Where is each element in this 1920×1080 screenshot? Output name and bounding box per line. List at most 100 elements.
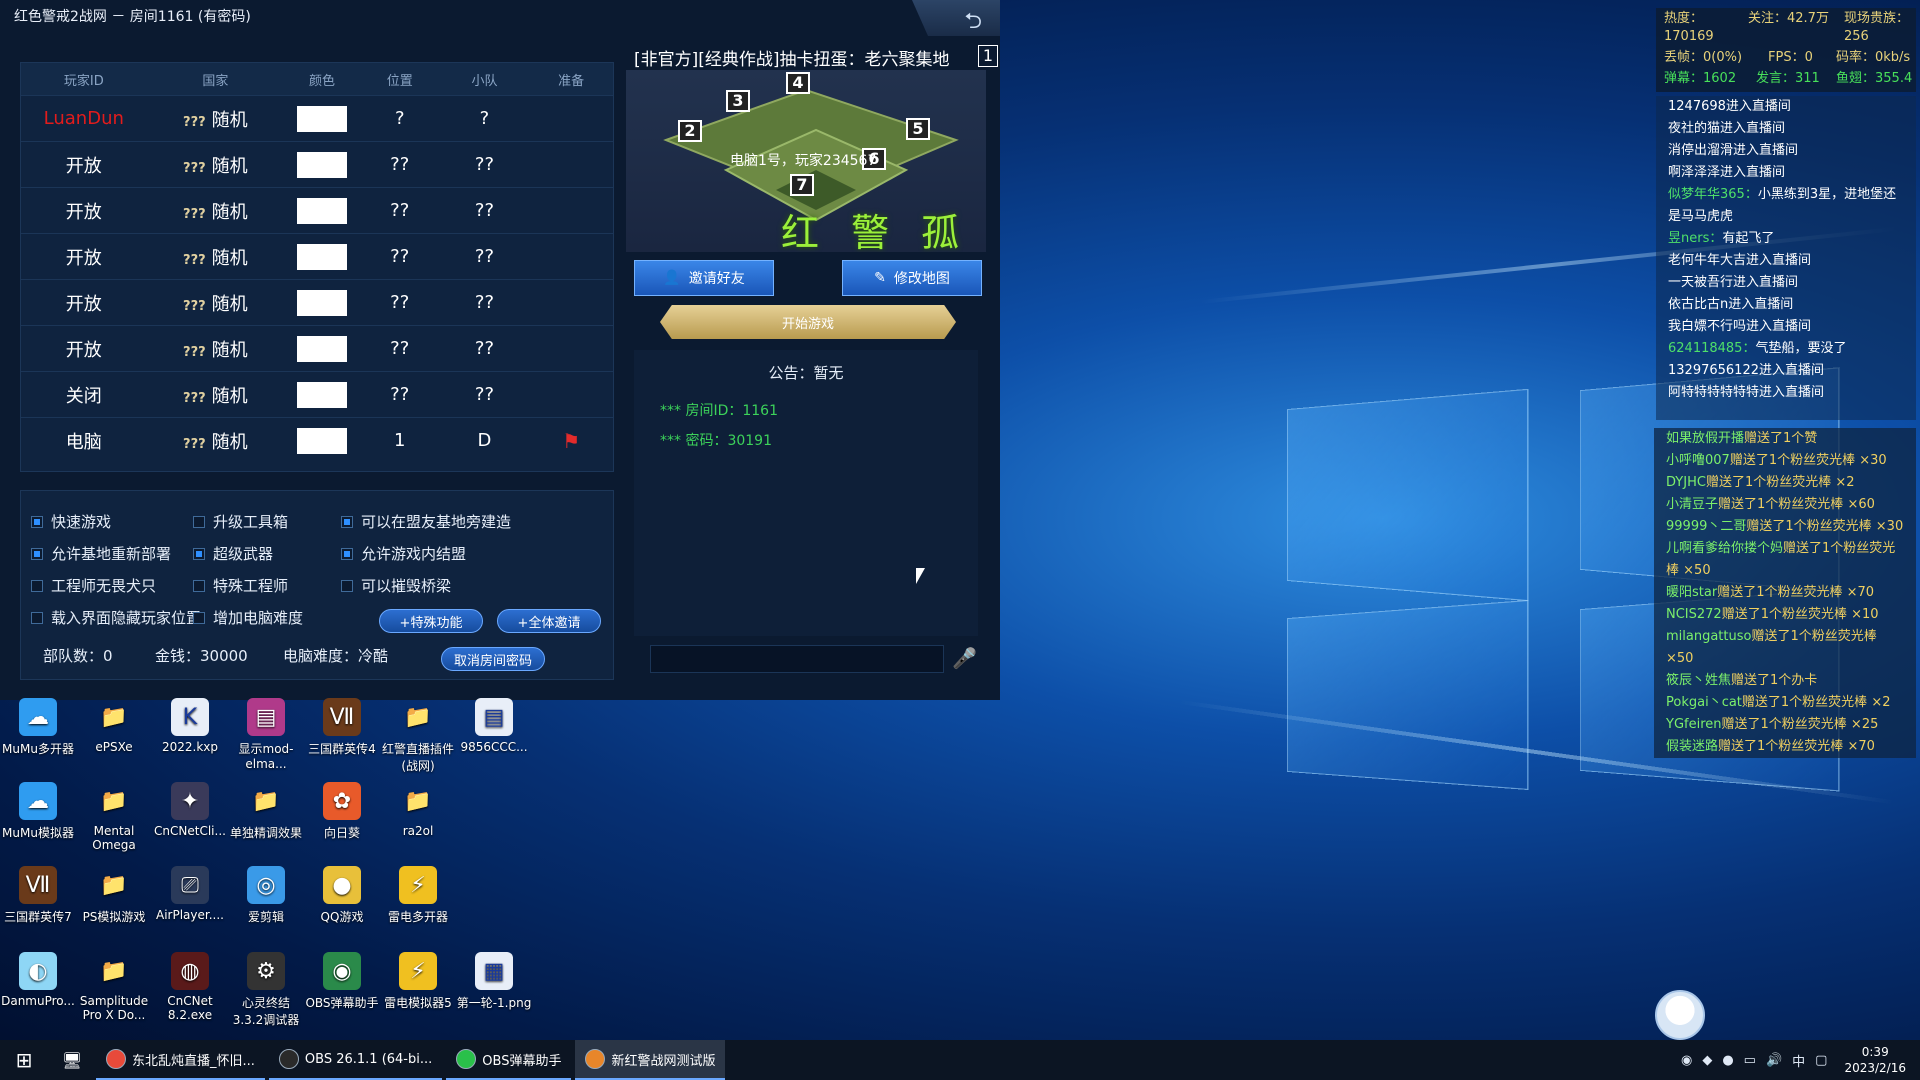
desktop-shortcut[interactable]: Ⅶ 三国群英传7 [0,866,76,925]
opt-super-weapons[interactable]: 超级武器 [193,543,273,564]
desktop-shortcut[interactable]: ◎ 爱剪辑 [228,866,304,925]
team-value[interactable]: ?? [440,338,530,359]
checkbox[interactable] [341,579,353,592]
opt-in-game-alliance[interactable]: 允许游戏内结盟 [341,543,466,564]
desktop-shortcut[interactable]: ⚡ 雷电多开器 [380,866,456,925]
desktop-shortcut[interactable]: K 2022.kxp [152,698,228,754]
player-row[interactable]: LuanDun??? 随机?? [21,95,613,141]
desktop-shortcut[interactable]: ◉ OBS弹幕助手 [304,952,380,1011]
desktop-shortcut[interactable]: ☁ MuMu多开器 [0,698,76,757]
assistant-avatar[interactable] [1655,990,1705,1040]
player-id[interactable]: 开放 [21,290,147,316]
player-row[interactable]: 开放??? 随机???? [21,279,613,325]
tray-app-icon[interactable]: ◉ [1681,1053,1692,1068]
desktop-shortcut[interactable]: ▤ 显示mod-elma... [228,698,304,771]
checkbox[interactable] [31,515,43,528]
desktop-shortcut[interactable]: 📁 红警直播插件(战网) [380,698,456,774]
checkbox[interactable] [193,547,205,560]
country-select[interactable]: ??? 随机 [147,336,285,362]
tray-app-icon[interactable]: ● [1722,1053,1733,1068]
taskbar-item[interactable]: 新红警战网测试版 [575,1040,726,1080]
player-id[interactable]: 关闭 [21,382,147,408]
opt-hide-positions[interactable]: 载入界面隐藏玩家位置 [31,607,201,628]
desktop-shortcut[interactable]: ◍ CnCNet 8.2.exe [152,952,228,1022]
color-select[interactable] [284,243,360,270]
player-row[interactable]: 开放??? 随机???? [21,325,613,371]
opt-redeploy-base[interactable]: 允许基地重新部署 [31,543,171,564]
opt-engineer-no-dogs[interactable]: 工程师无畏犬只 [31,575,156,596]
taskbar-item[interactable]: OBS弹幕助手 [446,1040,572,1080]
desktop-shortcut[interactable]: ⎚ AirPlayer.... [152,866,228,922]
checkbox[interactable] [31,547,43,560]
team-value[interactable]: ?? [440,200,530,221]
desktop-shortcut[interactable]: ⚡ 雷电模拟器5 [380,952,456,1011]
ime-indicator[interactable]: 中 [1792,1051,1805,1070]
color-select[interactable] [284,427,360,454]
player-row[interactable]: 电脑??? 随机 1 D ⚑ [21,417,613,463]
player-id[interactable]: LuanDun [21,108,147,129]
player-row[interactable]: 开放??? 随机???? [21,187,613,233]
volume-icon[interactable]: 🔊 [1766,1053,1782,1068]
opt-ai-difficulty-up[interactable]: 增加电脑难度 [193,607,303,628]
clock[interactable]: 0:39 2023/2/16 [1844,1044,1906,1076]
player-id[interactable]: 开放 [21,336,147,362]
desktop-shortcut[interactable]: 📁 ra2ol [380,782,456,839]
player-id[interactable]: 开放 [21,198,147,224]
invite-all-button[interactable]: +全体邀请 [497,609,601,633]
cancel-password-button[interactable]: 取消房间密码 [441,647,545,671]
player-id[interactable]: 电脑 [21,428,147,454]
position-value[interactable]: ?? [360,384,440,405]
player-row[interactable]: 开放??? 随机???? [21,233,613,279]
country-select[interactable]: ??? 随机 [147,152,285,178]
taskbar-item[interactable]: OBS 26.1.1 (64-bi... [268,1040,443,1080]
invite-friend-button[interactable]: 👤 邀请好友 [634,260,774,296]
player-id[interactable]: 开放 [21,152,147,178]
map-preview[interactable]: 4 3 2 5 6 7 电脑1号，玩家234567 红 警 孤 叶 [626,70,986,252]
taskbar-item[interactable]: 东北乱炖直播_怀旧... [96,1040,265,1080]
country-select[interactable]: ??? 随机 [147,244,285,270]
color-select[interactable] [284,105,360,132]
checkbox[interactable] [31,611,43,624]
opt-quick-game[interactable]: 快速游戏 [31,511,111,532]
color-select[interactable] [284,197,360,224]
desktop-shortcut[interactable]: 📁 PS模拟游戏 [76,866,152,925]
color-select[interactable] [284,381,360,408]
player-id[interactable]: 开放 [21,244,147,270]
start-game-button[interactable]: 开始游戏 [660,305,956,339]
checkbox[interactable] [341,515,353,528]
desktop-shortcut[interactable]: ☁ MuMu模拟器 [0,782,76,841]
back-button[interactable]: ⮌ [912,0,1000,36]
windows-start-icon[interactable]: ⊞ [0,1040,48,1080]
notification-icon[interactable]: ▢ [1815,1053,1827,1068]
network-icon[interactable]: ▭ [1744,1053,1756,1068]
position-value[interactable]: ?? [360,292,440,313]
country-select[interactable]: ??? 随机 [147,382,285,408]
checkbox[interactable] [193,579,205,592]
position-value[interactable]: 1 [360,430,440,451]
checkbox[interactable] [193,611,205,624]
team-value[interactable]: ?? [440,292,530,313]
checkbox[interactable] [193,515,205,528]
desktop-shortcut[interactable]: 📁 Samplitude Pro X Do... [76,952,152,1023]
special-features-button[interactable]: +特殊功能 [379,609,483,633]
desktop-shortcut[interactable]: 📁 单独精调效果 [228,782,304,841]
country-select[interactable]: ??? 随机 [147,428,285,454]
desktop-shortcut[interactable]: ▤ 9856CCC... [456,698,532,754]
position-value[interactable]: ? [360,108,440,129]
desktop-shortcut[interactable]: ⚙ 心灵终结3.3.2调试器 [228,952,304,1028]
edit-map-button[interactable]: ✎ 修改地图 [842,260,982,296]
desktop-shortcut[interactable]: ◐ DanmuPro... [0,952,76,1008]
checkbox[interactable] [31,579,43,592]
country-select[interactable]: ??? 随机 [147,106,285,132]
position-value[interactable]: ?? [360,200,440,221]
desktop-shortcut[interactable]: ✿ 向日葵 [304,782,380,841]
position-value[interactable]: ?? [360,246,440,267]
opt-build-near-ally[interactable]: 可以在盟友基地旁建造 [341,511,511,532]
position-value[interactable]: ?? [360,338,440,359]
desktop-shortcut[interactable]: 📁 Mental Omega [76,782,152,853]
team-value[interactable]: D [440,430,530,451]
player-row[interactable]: 开放??? 随机???? [21,141,613,187]
player-row[interactable]: 关闭??? 随机???? [21,371,613,417]
microphone-icon[interactable]: 🎤 [952,646,977,670]
desktop-shortcut[interactable]: ▦ 第一轮-1.png [456,952,532,1011]
